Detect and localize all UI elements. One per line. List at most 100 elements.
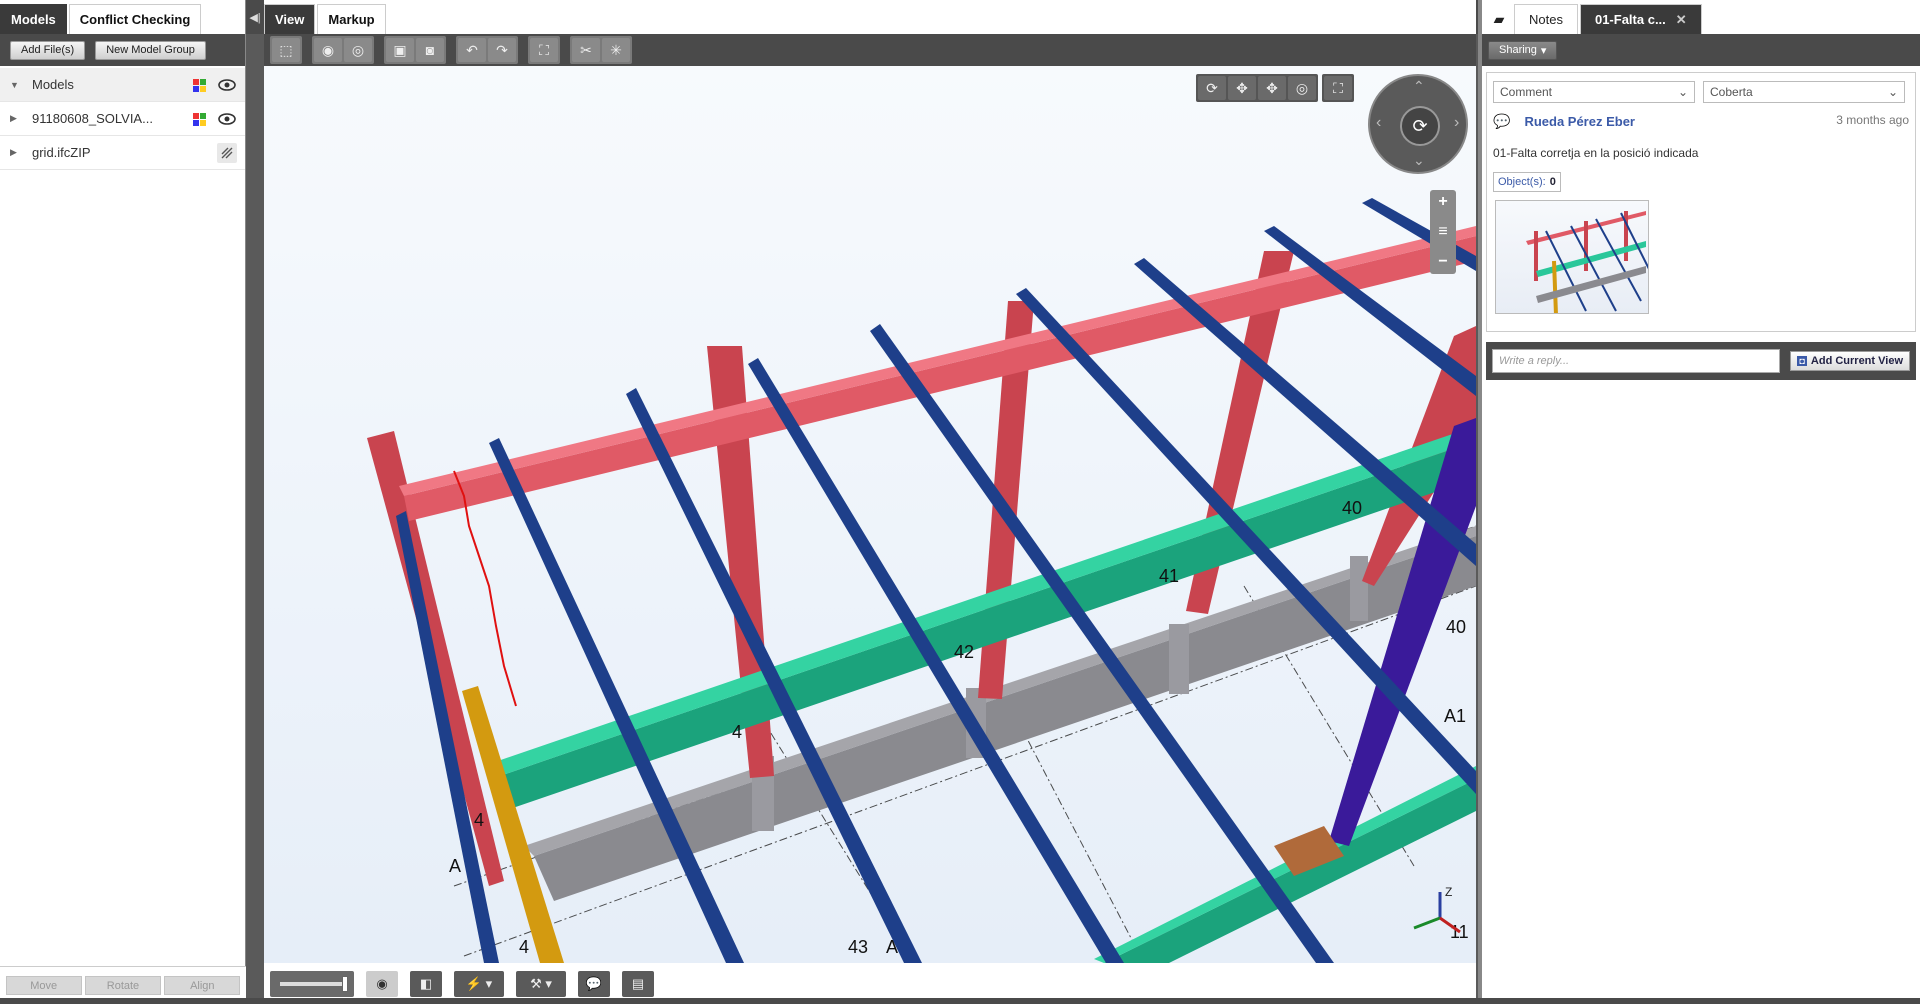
- move-button[interactable]: Move: [5, 976, 82, 995]
- tree-row-grid-file[interactable]: ▶ grid.ifcZIP: [0, 136, 245, 170]
- visibility-eye-icon[interactable]: ◉: [366, 970, 398, 997]
- view-toolbar: ⬚ ◉ ◎ ▣ ◙ ↶ ↷ ⛶ ✂ ✳: [264, 34, 1476, 66]
- camera-icon: ◘: [1797, 356, 1807, 366]
- view-thumbnail[interactable]: [1495, 200, 1649, 314]
- status-strip: [0, 998, 1920, 1004]
- undo-icon[interactable]: ↶: [458, 38, 486, 62]
- measure-dropdown-icon[interactable]: ⚡ ▾: [454, 970, 504, 997]
- color-palette-icon[interactable]: [189, 75, 209, 95]
- camera-icon[interactable]: ▣: [386, 38, 414, 62]
- models-panel: Models Conflict Checking Add File(s) New…: [0, 0, 246, 1004]
- pan-icon[interactable]: ✥: [1228, 76, 1256, 100]
- fit-icon[interactable]: ⛶: [530, 38, 558, 62]
- orbit-icon[interactable]: ⟳: [1198, 76, 1226, 100]
- chevron-down-icon: ⌄: [1677, 85, 1688, 99]
- eye-icon[interactable]: [217, 75, 237, 95]
- expand-down-icon[interactable]: ▼: [10, 80, 22, 90]
- orbit-center-icon[interactable]: ⟳: [1400, 106, 1440, 146]
- notes-panel: ▰ Notes 01-Falta c... ✕ Sharing ▾ Comment…: [1478, 0, 1920, 1004]
- navigation-wheel[interactable]: ⟳ ⌃ ⌄ ‹ ›: [1368, 74, 1468, 174]
- grid-label: 43: [848, 937, 868, 957]
- arrow-right-icon[interactable]: ›: [1454, 114, 1459, 132]
- zoom-in-icon[interactable]: +: [1438, 193, 1447, 211]
- color-palette-icon[interactable]: [189, 109, 209, 129]
- model-tree: ▼ Models ▶ 91180608_SOLVIA... ▶ grid.ifc…: [0, 66, 245, 170]
- section-icon[interactable]: ✳: [602, 38, 630, 62]
- objects-label: Object(s):: [1498, 176, 1546, 188]
- add-current-view-button[interactable]: ◘ Add Current View: [1790, 351, 1910, 371]
- box-icon[interactable]: ◧: [410, 970, 442, 997]
- pan2-icon[interactable]: ✥: [1258, 76, 1286, 100]
- grid-label: 41: [1159, 566, 1179, 586]
- expand-right-icon[interactable]: ▶: [10, 113, 22, 124]
- type-select[interactable]: Comment ⌄: [1493, 81, 1695, 103]
- zoom-slider[interactable]: + ≡ −: [1430, 190, 1456, 274]
- objects-button[interactable]: Object(s): 0: [1493, 172, 1561, 192]
- arrow-down-icon[interactable]: ⌄: [1413, 152, 1425, 169]
- grid-label: A: [449, 856, 461, 876]
- transparency-slider[interactable]: [270, 970, 354, 997]
- model-scene: 40 41 42 40 A1 A 4 4 4 43 A 11 Z: [367, 198, 1476, 963]
- grid-label: A1: [1444, 706, 1466, 726]
- note-card: Comment ⌄ Coberta ⌄ 💬 Rueda Pérez Eber 3 m…: [1486, 72, 1916, 332]
- grid-icon[interactable]: [217, 143, 237, 163]
- sharing-label: Sharing: [1499, 44, 1537, 56]
- notes-toggle-icon[interactable]: ▰: [1484, 4, 1514, 34]
- tree-row-models[interactable]: ▼ Models: [0, 68, 245, 102]
- grid-label: 40: [1342, 498, 1362, 518]
- select-box-icon[interactable]: ⬚: [272, 38, 300, 62]
- fullscreen-icon[interactable]: ⛶: [1324, 76, 1352, 100]
- note-text: 01-Falta corretja en la posició indicada: [1493, 146, 1699, 160]
- sharing-bar: Sharing ▾: [1482, 34, 1920, 66]
- tab-notes[interactable]: Notes: [1514, 4, 1578, 34]
- sharing-button[interactable]: Sharing ▾: [1488, 40, 1558, 60]
- add-files-button[interactable]: Add File(s): [10, 40, 86, 60]
- caret-down-icon: ▾: [1540, 44, 1547, 57]
- tab-conflict-checking[interactable]: Conflict Checking: [68, 4, 202, 34]
- cut-icon[interactable]: ✂: [572, 38, 600, 62]
- tree-label: Models: [32, 77, 74, 92]
- tab-view[interactable]: View: [264, 4, 316, 34]
- properties-dropdown-icon[interactable]: ⚒ ▾: [516, 970, 566, 997]
- right-tabs: ▰ Notes 01-Falta c... ✕: [1482, 0, 1920, 34]
- tree-label: 91180608_SOLVIA...: [32, 111, 153, 126]
- note-time: 3 months ago: [1836, 113, 1909, 127]
- objects-count: 0: [1549, 176, 1556, 188]
- new-model-group-button[interactable]: New Model Group: [95, 40, 206, 60]
- lookaround-icon[interactable]: ◎: [1288, 76, 1316, 100]
- isolate-icon[interactable]: ◎: [344, 38, 372, 62]
- collapse-left-icon[interactable]: ◀|: [246, 0, 264, 34]
- document-icon[interactable]: ▤: [622, 970, 654, 997]
- reply-input[interactable]: Write a reply...: [1492, 349, 1781, 373]
- 3d-viewport[interactable]: 40 41 42 40 A1 A 4 4 4 43 A 11 Z ⟳ ✥ ✥ ◎…: [264, 66, 1476, 963]
- category-select[interactable]: Coberta ⌄: [1703, 81, 1905, 103]
- tree-row-model-file[interactable]: ▶ 91180608_SOLVIA...: [0, 102, 245, 136]
- expand-right-icon[interactable]: ▶: [10, 147, 22, 158]
- hide-icon[interactable]: ◉: [314, 38, 342, 62]
- tab-markup[interactable]: Markup: [317, 4, 386, 34]
- tab-models[interactable]: Models: [0, 4, 67, 34]
- comment-icon[interactable]: 💬: [578, 970, 610, 997]
- close-icon[interactable]: ✕: [1676, 12, 1687, 28]
- tab-note-detail[interactable]: 01-Falta c... ✕: [1579, 4, 1702, 34]
- grid-label: A: [886, 937, 898, 957]
- rotate-button[interactable]: Rotate: [84, 976, 161, 995]
- eye-icon[interactable]: [217, 109, 237, 129]
- grid-label: 40: [1446, 617, 1466, 637]
- zoom-handle-icon[interactable]: ≡: [1438, 223, 1447, 241]
- grid-label: 4: [474, 810, 484, 830]
- snapshot-icon[interactable]: ◙: [416, 38, 444, 62]
- app-window: Models Conflict Checking Add File(s) New…: [0, 0, 1920, 1004]
- grid-label: 42: [954, 642, 974, 662]
- viewer-area: View Markup ⬚ ◉ ◎ ▣ ◙ ↶ ↷ ⛶ ✂ ✳ 40 41 42…: [264, 0, 1476, 1004]
- zoom-out-icon[interactable]: −: [1438, 253, 1447, 271]
- redo-icon[interactable]: ↷: [488, 38, 516, 62]
- arrow-up-icon[interactable]: ⌃: [1413, 78, 1425, 95]
- note-author[interactable]: Rueda Pérez Eber: [1524, 114, 1635, 129]
- chevron-down-icon: ⌄: [1887, 85, 1898, 99]
- axis-label: Z: [1445, 885, 1452, 899]
- grid-label: 4: [732, 722, 742, 742]
- align-button[interactable]: Align: [164, 976, 241, 995]
- arrow-left-icon[interactable]: ‹: [1376, 114, 1381, 132]
- reply-bar: Write a reply... ◘ Add Current View: [1486, 342, 1916, 380]
